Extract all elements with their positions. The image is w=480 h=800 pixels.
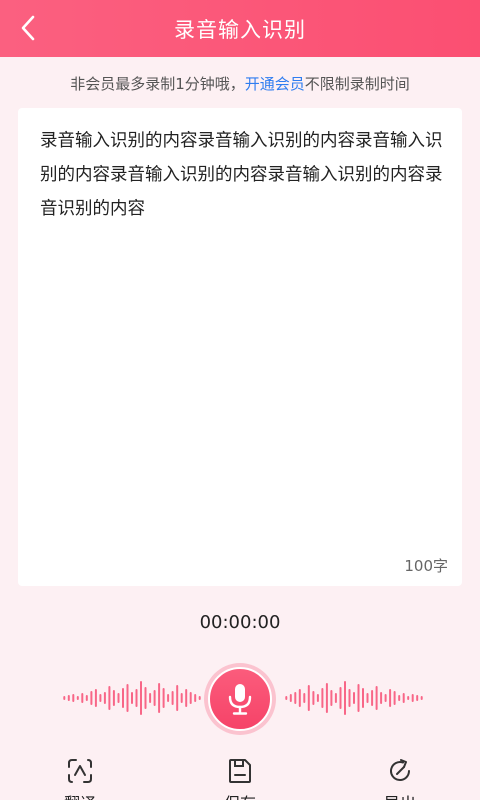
waveform-bar — [380, 692, 383, 704]
translate-label: 翻译 — [64, 790, 96, 800]
waveform-bar — [162, 688, 165, 708]
waveform-bar — [294, 692, 297, 704]
waveform-bar — [289, 694, 292, 702]
record-timer: 00:00:00 — [199, 612, 281, 633]
record-button-core — [208, 667, 272, 731]
export-label: 导出 — [384, 790, 416, 800]
waveform-bar — [398, 695, 401, 701]
waveform-bar — [334, 693, 337, 703]
waveform-bar — [158, 683, 161, 713]
membership-notice: 非会员最多录制1分钟哦， 开通会员 不限制录制时间 — [0, 66, 480, 100]
waveform-bar — [72, 694, 75, 702]
waveform-bar — [103, 692, 106, 704]
waveform-bar — [90, 691, 93, 705]
waveform-bar — [357, 684, 360, 712]
waveform-bar — [303, 693, 306, 703]
waveform-bar — [307, 685, 310, 711]
translate-icon — [68, 759, 92, 783]
save-icon — [229, 759, 251, 783]
waveform-bar — [140, 681, 142, 715]
waveform-bar — [176, 685, 179, 711]
waveform-bar — [180, 693, 183, 703]
waveform-bar — [149, 693, 152, 703]
waveform-bar — [108, 686, 111, 710]
waveform-bar — [67, 695, 70, 701]
waveform-bar — [194, 694, 197, 702]
waveform-bar — [420, 696, 423, 700]
waveform-bar — [389, 689, 392, 707]
waveform-bar — [393, 691, 396, 705]
waveform-bar — [85, 695, 88, 701]
open-membership-link[interactable]: 开通会员 — [245, 73, 305, 94]
page-title: 录音输入识别 — [174, 17, 306, 42]
waveform-bar — [185, 689, 188, 707]
waveform-bar — [330, 690, 333, 706]
waveform-bar — [198, 696, 201, 700]
chevron-left-icon — [21, 15, 35, 41]
waveform-bar — [384, 694, 387, 702]
waveform-bar — [371, 690, 374, 706]
waveform-bar — [325, 683, 328, 713]
waveform-bar — [112, 690, 115, 706]
waveform-bar — [122, 688, 124, 708]
waveform-bar — [375, 686, 378, 710]
save-label: 保存 — [224, 790, 256, 800]
record-button[interactable] — [204, 663, 276, 735]
waveform-bar — [402, 693, 405, 703]
app-header: 录音输入识别 — [0, 0, 480, 57]
save-button[interactable]: 保存 — [200, 758, 280, 800]
waveform-bar — [189, 692, 192, 704]
waveform-bar — [135, 689, 138, 707]
export-button[interactable]: 导出 — [360, 758, 440, 800]
waveform-bar — [63, 696, 66, 700]
notice-suffix: 不限制录制时间 — [304, 74, 410, 93]
waveform-bar — [144, 687, 147, 709]
waveform-bar — [344, 681, 346, 715]
translate-button[interactable]: 翻译 — [40, 758, 120, 800]
microphone-icon — [228, 684, 252, 715]
waveform-bar — [167, 694, 170, 702]
transcript-card: 录音输入识别的内容录音输入识别的内容录音输入识别的内容录音输入识别的内容录音输入… — [18, 108, 462, 586]
notice-prefix: 非会员最多录制1分钟哦， — [70, 74, 245, 93]
waveform-bar — [94, 689, 97, 707]
waveform-bar — [285, 696, 288, 700]
char-count: 100字 — [404, 557, 448, 575]
waveform-bar — [131, 692, 133, 704]
back-button[interactable] — [8, 8, 48, 48]
waveform-bar — [153, 690, 156, 706]
waveform-bar — [99, 694, 102, 702]
waveform-bar — [416, 695, 419, 701]
waveform-bar — [316, 694, 319, 702]
export-icon — [390, 759, 410, 781]
waveform-bar — [171, 691, 174, 705]
waveform-bar — [407, 696, 410, 700]
waveform-bar — [76, 696, 79, 700]
waveform-left — [63, 681, 201, 715]
waveform-bar — [298, 689, 301, 707]
waveform-bar — [339, 687, 342, 709]
waveform-bar — [312, 691, 315, 705]
waveform-bar — [353, 692, 355, 704]
waveform-bar — [81, 693, 84, 703]
waveform-bar — [366, 693, 369, 703]
waveform-bar — [117, 693, 120, 703]
waveform-bar — [362, 688, 364, 708]
waveform-right — [285, 681, 423, 715]
waveform-bar — [348, 689, 351, 707]
waveform-bar — [411, 694, 414, 702]
waveform-bar — [126, 684, 129, 712]
waveform-bar — [321, 688, 324, 708]
transcript-text[interactable]: 录音输入识别的内容录音输入识别的内容录音输入识别的内容录音输入识别的内容录音输入… — [40, 124, 444, 226]
